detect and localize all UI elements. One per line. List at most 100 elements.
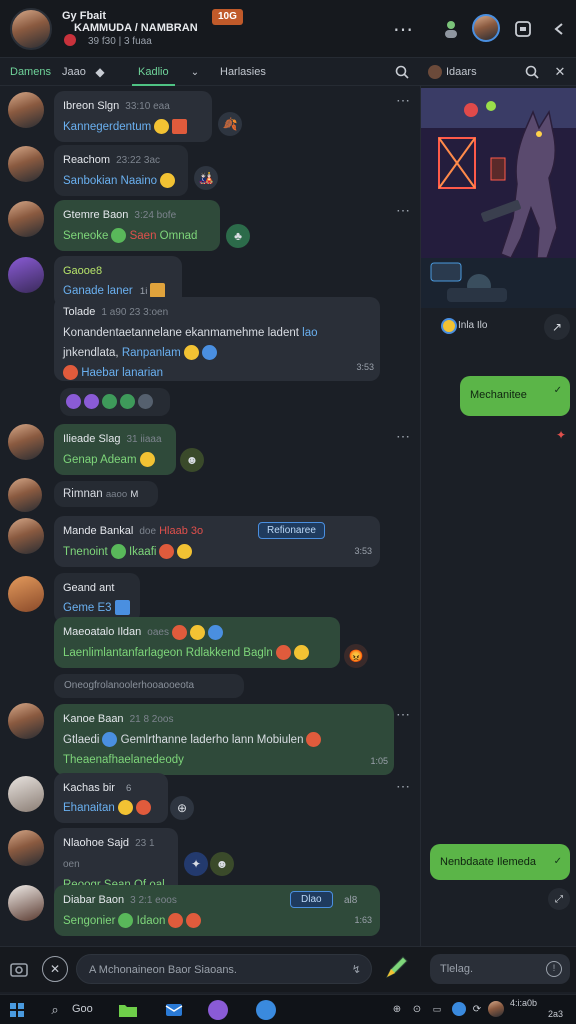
forward-icon[interactable]: ↗ <box>544 314 570 340</box>
reaction-icon[interactable]: ☻ <box>210 852 234 876</box>
reaction-icon[interactable]: 😡 <box>344 644 368 668</box>
window-icon[interactable] <box>510 16 536 42</box>
reaction-bar[interactable] <box>60 388 170 416</box>
avatar[interactable] <box>8 885 44 921</box>
tray-date: 2a3 <box>548 1009 564 1019</box>
reaction-icon[interactable]: ☻ <box>180 448 204 472</box>
close-icon[interactable]: ✕ <box>42 956 68 982</box>
emoji-icon <box>102 732 118 748</box>
tab-idaars[interactable]: Idaars <box>446 58 477 86</box>
folder-icon[interactable] <box>118 1000 138 1020</box>
browser-icon[interactable] <box>256 1000 276 1020</box>
more-icon[interactable]: ⋯ <box>396 202 411 219</box>
message-input[interactable]: A Mchonaineon Baor Siaoans. ↯ <box>76 954 372 984</box>
game-scene-image <box>421 88 576 308</box>
emoji-icon <box>111 228 127 244</box>
reaction-icon[interactable]: 🎎 <box>194 166 218 190</box>
avatar[interactable] <box>8 576 44 612</box>
sender-name: Nlaohoe Sajd <box>63 837 130 849</box>
message-text: Rdlakkend Bagln <box>185 647 273 659</box>
list-item[interactable]: Oneogfrolanoolerhooaooeota <box>54 674 244 698</box>
list-item[interactable]: Maeoatalo Ildan oaes Laenlimlantanfarlage… <box>54 617 340 668</box>
tab-jaao[interactable]: Jaao <box>62 58 86 86</box>
list-item[interactable]: Mande Bankal doe Hlaab 3o Tnenoint Ikaafi… <box>54 516 380 567</box>
avatar[interactable] <box>8 424 44 460</box>
message-text: Ganade laner <box>63 285 133 297</box>
emoji-icon <box>63 365 78 381</box>
reaction-icon[interactable]: ⊕ <box>170 796 194 820</box>
close-icon[interactable]: ✕ <box>552 64 568 80</box>
taskbar-label[interactable]: Goo <box>72 1003 93 1015</box>
chat-meta: 39 f30 | 3 fuaa <box>88 36 152 47</box>
network-icon[interactable]: ⊕ <box>390 1002 404 1016</box>
more-icon[interactable]: ⋯ <box>396 92 411 109</box>
list-item[interactable]: Ibreon Slgn 33:10 eaa Kannegerdentum <box>54 91 212 142</box>
chevron-down-icon[interactable]: ⌄ <box>188 64 202 80</box>
reaction-icon[interactable]: 🍂 <box>218 112 242 136</box>
avatar[interactable] <box>8 92 44 128</box>
reaction-icon[interactable]: ✦ <box>184 852 208 876</box>
list-item[interactable]: Reachom 23:22 3ac Sanbokian Naaino <box>54 145 188 196</box>
app-icon[interactable] <box>452 1002 466 1016</box>
mail-icon[interactable] <box>164 1000 184 1020</box>
attach-icon[interactable]: ↯ <box>352 955 361 985</box>
side-search-icon[interactable] <box>524 64 540 80</box>
list-item[interactable]: Mechanitee ✓ <box>460 376 570 416</box>
list-item[interactable]: Kanoe Baan 21 8 2oos Gtlaedi Gemlrthanne … <box>54 704 394 775</box>
camera-icon[interactable] <box>6 956 32 982</box>
avatar[interactable] <box>10 8 52 50</box>
sender-name: Diabar Baon <box>63 894 125 906</box>
reaction-icon[interactable]: ♣ <box>226 224 250 248</box>
message-link[interactable]: Ranpanlam <box>122 347 181 359</box>
profile-avatar[interactable] <box>472 14 500 42</box>
volume-icon[interactable]: ⊙ <box>410 1002 424 1016</box>
avatar[interactable] <box>8 478 42 512</box>
pen-icon[interactable] <box>380 952 412 984</box>
tab-damens[interactable]: Damens <box>10 58 51 86</box>
side-input[interactable]: Tlelag. ! <box>430 954 570 984</box>
more-icon[interactable]: ⋯ <box>396 778 411 795</box>
avatar[interactable] <box>8 776 44 812</box>
search-icon[interactable]: ⌕ <box>46 1001 64 1019</box>
expand-icon[interactable]: ⤢ <box>548 888 570 910</box>
list-item[interactable]: Ilieade Slag 31 iiaaa Genap Adeam <box>54 424 176 475</box>
app-icon[interactable] <box>208 1000 228 1020</box>
battery-icon[interactable]: ▭ <box>430 1002 444 1016</box>
user-icon[interactable] <box>438 16 464 42</box>
list-item[interactable]: Rimnan aaoo M <box>54 481 158 507</box>
shared-image[interactable] <box>421 88 576 308</box>
message-text: Haebar lanarian <box>81 367 164 379</box>
message-time: 23:22 3ac <box>116 155 161 166</box>
reaction-icon[interactable]: ✦ <box>556 428 566 442</box>
more-icon[interactable]: ⋯ <box>396 706 411 723</box>
avatar[interactable] <box>8 703 44 739</box>
search-icon[interactable] <box>394 64 410 80</box>
avatar[interactable] <box>488 1001 504 1017</box>
pin-icon[interactable]: ◆ <box>92 64 108 80</box>
collapse-icon[interactable] <box>546 16 572 42</box>
more-icon[interactable]: ⋯ <box>390 16 416 42</box>
sync-icon[interactable]: ⟳ <box>470 1002 484 1016</box>
list-item[interactable]: Gtemre Baon 3:24 bofe Seneoke Saen Omnad <box>54 200 220 251</box>
image-caption: Inla Ilo <box>458 320 488 331</box>
check-icon: ✓ <box>553 856 562 867</box>
avatar[interactable] <box>8 146 44 182</box>
status-badge[interactable]: Dlao <box>290 891 333 908</box>
emoji-icon <box>135 800 151 816</box>
list-item[interactable]: Kachas bir 6 Ehanaitan <box>54 773 168 823</box>
avatar[interactable] <box>8 201 44 237</box>
more-icon[interactable]: ⋯ <box>396 428 411 445</box>
shield-icon[interactable]: ! <box>546 961 562 977</box>
avatar[interactable] <box>8 830 44 866</box>
list-item[interactable]: Nenbdaate Ilemeda ✓ <box>430 844 570 880</box>
tab-harlasies[interactable]: Harlasies <box>220 58 266 86</box>
emoji-icon <box>177 544 193 560</box>
list-item[interactable]: Geand ant Geme E3 <box>54 573 140 623</box>
list-item[interactable]: Diabar Baon 3 2:1 eoos Sengonier Idaon Dl… <box>54 885 380 936</box>
avatar[interactable] <box>8 518 44 554</box>
tab-kadlio[interactable]: Kadlio <box>132 58 175 86</box>
list-item[interactable]: Tolade 1 a90 23 3:oen Konandentaetannelan… <box>54 297 380 381</box>
avatar[interactable] <box>8 257 44 293</box>
start-icon[interactable] <box>8 1001 26 1019</box>
status-badge[interactable]: Refionaree <box>258 522 325 539</box>
